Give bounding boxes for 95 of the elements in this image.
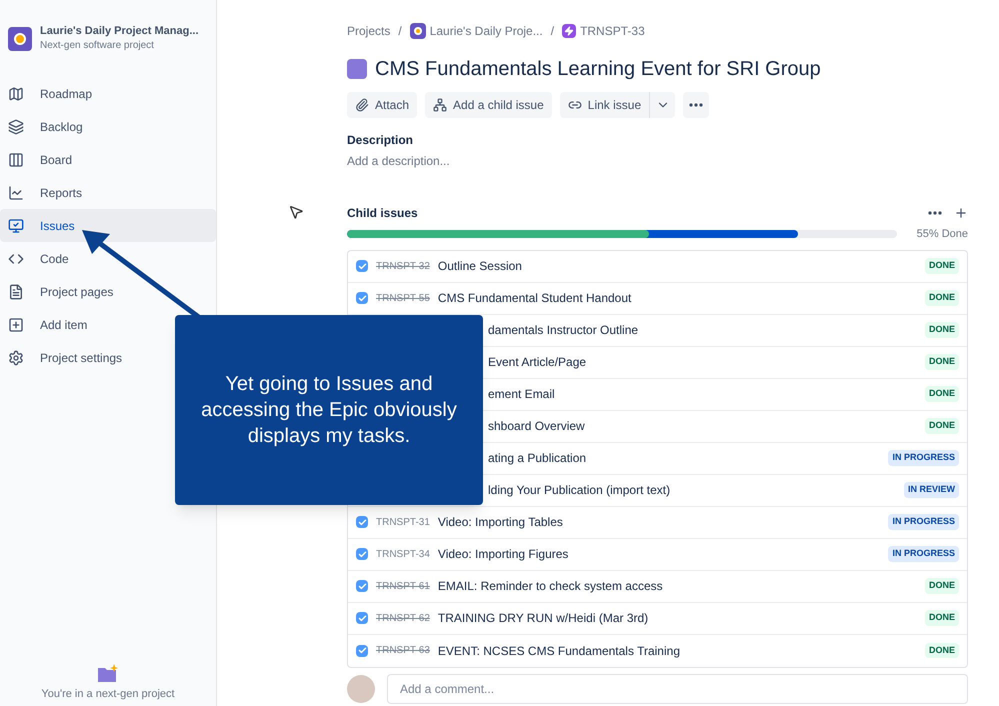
issue-summary: Video: Importing Figures — [438, 546, 568, 563]
sidebar-item[interactable]: Add item — [0, 308, 216, 341]
issue-key[interactable]: TRNSPT-32 — [376, 258, 430, 274]
child-issues-heading: Child issues — [347, 205, 418, 222]
toolbar-button[interactable]: Add a child issue — [425, 92, 552, 118]
checkbox[interactable] — [356, 292, 368, 304]
hierarchy-icon — [433, 98, 448, 112]
paperclip-icon — [355, 98, 369, 112]
folder-sparkle-icon — [98, 664, 118, 682]
project-type: Next-gen software project — [40, 39, 155, 53]
status-lozenge: DONE — [924, 642, 959, 658]
project-name: Laurie's Daily Project Manag... — [40, 24, 199, 39]
project-logo-icon — [8, 26, 32, 50]
child-issue-row[interactable]: TRNSPT-61 EMAIL: Reminder to check system access DONE — [348, 570, 967, 602]
sidebar-item[interactable]: Reports — [0, 176, 216, 209]
status-lozenge: IN PROGRESS — [888, 546, 959, 562]
columns-icon — [8, 152, 24, 168]
child-issue-row[interactable]: TRNSPT-62 TRAINING DRY RUN w/Heidi (Mar 3rd) DONE — [348, 602, 967, 634]
progress-label: 55% Done — [916, 227, 968, 242]
checkbox[interactable] — [356, 644, 368, 656]
chart-icon — [8, 184, 24, 200]
sidebar-item[interactable]: Board — [0, 143, 216, 176]
issue-key[interactable]: TRNSPT-63 — [376, 643, 430, 658]
add-icon[interactable] — [954, 206, 968, 220]
issue-title: CMS Fundamentals Learning Event for SRI Group — [375, 57, 821, 82]
add-square-icon — [8, 316, 24, 332]
issue-key[interactable]: TRNSPT-61 — [376, 578, 430, 594]
more-icon — [689, 103, 704, 107]
document-icon — [8, 284, 24, 300]
status-lozenge: DONE — [924, 258, 959, 274]
status-lozenge: DONE — [924, 386, 959, 402]
breadcrumb-link[interactable]: Laurie's Daily Proje... — [410, 22, 543, 40]
checkbox[interactable] — [356, 612, 368, 624]
sidebar-item[interactable]: Project pages — [0, 275, 216, 308]
sidebar-item[interactable]: Roadmap — [0, 77, 216, 110]
issue-key[interactable]: TRNSPT-34 — [376, 546, 430, 562]
child-issue-row[interactable]: TRNSPT-63 EVENT: NCSES CMS Fundamentals Training DONE — [348, 634, 967, 666]
project-logo-icon — [410, 23, 426, 39]
more-icon[interactable] — [928, 211, 942, 215]
status-lozenge: IN PROGRESS — [888, 514, 959, 530]
toolbar-button[interactable]: Attach — [347, 92, 418, 118]
issue-summary: damentals Instructor Outline — [488, 322, 638, 339]
issue-key[interactable]: TRNSPT-55 — [376, 290, 430, 306]
issue-summary: lding Your Publication (import text) — [488, 482, 670, 499]
sidebar-item[interactable]: Issues — [0, 209, 216, 242]
status-lozenge: DONE — [924, 322, 959, 338]
issue-summary: Outline Session — [438, 258, 522, 275]
issue-summary: EMAIL: Reminder to check system access — [438, 578, 663, 595]
status-lozenge: DONE — [924, 418, 959, 434]
breadcrumb-separator: / — [550, 23, 554, 40]
avatar — [347, 674, 375, 702]
breadcrumb-link[interactable]: Projects — [347, 22, 390, 40]
breadcrumb-link[interactable]: TRNSPT-33 — [562, 22, 645, 40]
checkbox[interactable] — [356, 548, 368, 560]
status-lozenge: DONE — [924, 578, 959, 594]
description-field[interactable]: Add a description... — [347, 152, 647, 170]
issue-summary: shboard Overview — [488, 418, 585, 435]
issue-summary: TRAINING DRY RUN w/Heidi (Mar 3rd) — [438, 610, 648, 627]
status-lozenge: IN PROGRESS — [888, 450, 959, 466]
issue-key[interactable]: TRNSPT-31 — [376, 514, 430, 530]
sidebar-footer-text: You're in a next-gen project — [41, 686, 175, 702]
child-issue-row[interactable]: TRNSPT-34 Video: Importing Figures IN PROGRESS — [348, 538, 967, 570]
issue-key[interactable]: TRNSPT-62 — [376, 610, 430, 626]
sidebar-item[interactable]: Code — [0, 242, 216, 275]
breadcrumb-separator: / — [398, 23, 402, 40]
sidebar-item[interactable]: Backlog — [0, 110, 216, 143]
toolbar-button[interactable]: Link issue — [560, 92, 650, 118]
issue-summary: EVENT: NCSES CMS Fundamentals Training — [438, 642, 680, 660]
status-lozenge: DONE — [924, 290, 959, 306]
more-button[interactable] — [683, 92, 710, 118]
comment-field[interactable]: Add a comment... — [387, 674, 968, 704]
checkbox[interactable] — [356, 260, 368, 272]
roadmap-icon — [8, 86, 24, 102]
status-lozenge: IN REVIEW — [904, 482, 959, 498]
issue-summary: ement Email — [488, 386, 555, 403]
lightning-icon — [562, 24, 576, 38]
child-issue-row[interactable]: TRNSPT-55 CMS Fundamental Student Handout DONE — [348, 282, 967, 314]
issue-summary: ating a Publication — [488, 450, 586, 467]
description-heading: Description — [347, 132, 414, 149]
layers-icon — [8, 118, 24, 134]
settings-icon — [8, 350, 24, 366]
issue-summary: CMS Fundamental Student Handout — [438, 290, 632, 307]
status-lozenge: DONE — [924, 610, 959, 626]
checkbox[interactable] — [356, 580, 368, 592]
cursor-icon — [288, 204, 304, 220]
checkbox[interactable] — [356, 516, 368, 528]
child-issue-row[interactable]: TRNSPT-31 Video: Importing Tables IN PROGRESS — [348, 506, 967, 538]
child-issue-row[interactable]: TRNSPT-32 Outline Session DONE — [348, 250, 967, 282]
epic-color-icon — [347, 59, 367, 79]
issue-summary: Event Article/Page — [488, 354, 586, 371]
status-lozenge: DONE — [924, 354, 959, 370]
monitor-check-icon — [8, 218, 24, 234]
dropdown-button[interactable] — [649, 92, 676, 118]
sidebar-item[interactable]: Project settings — [0, 341, 216, 374]
issue-summary: Video: Importing Tables — [438, 514, 563, 531]
